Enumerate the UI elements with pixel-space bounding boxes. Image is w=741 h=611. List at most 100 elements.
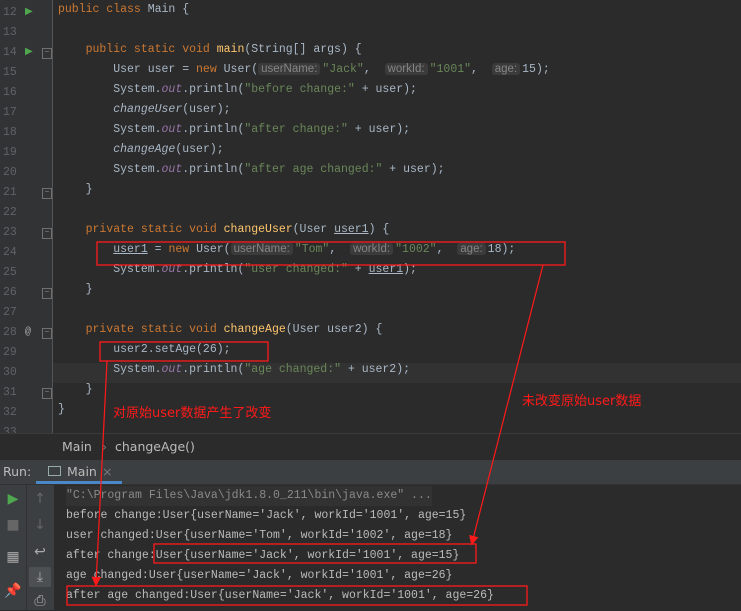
code-line: user1 = new User(userName: "Tom", workId:…	[58, 243, 515, 263]
down-arrow-icon[interactable]: ↓	[29, 515, 51, 535]
console-line: before change:User{userName='Jack', work…	[66, 509, 467, 522]
console-line-command: "C:\Program Files\Java\jdk1.8.0_211\bin\…	[66, 486, 432, 506]
close-icon[interactable]: ×	[102, 460, 112, 484]
rerun-icon[interactable]: ▶	[2, 489, 24, 509]
parameter-hint: age:	[457, 243, 486, 255]
line-number-text: 25	[3, 266, 17, 279]
line-number-text: 21	[3, 186, 17, 199]
annotation-unchanged: 未改变原始user数据	[522, 394, 642, 409]
line-number: 21 −	[0, 183, 52, 203]
line-number: 23 −	[0, 223, 52, 243]
code-token: .println(	[182, 83, 245, 96]
parameter-hint: userName:	[258, 63, 321, 75]
soft-wrap-icon[interactable]: ↩	[29, 542, 51, 562]
console-line: age changed:User{userName='Jack', workId…	[66, 569, 453, 582]
line-number: 18	[0, 123, 52, 143]
scroll-to-end-icon[interactable]: ⤓	[29, 567, 51, 587]
line-number-text: 29	[3, 346, 17, 359]
console-icon	[48, 466, 61, 476]
fold-icon[interactable]: −	[42, 228, 52, 239]
fold-icon[interactable]: −	[42, 328, 52, 339]
layout-icon[interactable]: ▦	[2, 547, 24, 567]
line-number-text: 30	[3, 366, 17, 379]
run-gutter-icon[interactable]: ▶	[25, 3, 33, 23]
code-token: System.	[58, 163, 162, 176]
code-token: out	[161, 83, 183, 96]
code-token: );	[403, 263, 417, 276]
code-token: ,	[471, 63, 492, 76]
code-token: User(	[196, 243, 231, 256]
line-number: 30	[0, 363, 52, 383]
line-number: 19	[0, 143, 52, 163]
line-number: 28 @ −	[0, 323, 52, 343]
code-token: ) {	[368, 223, 390, 236]
code-editor[interactable]: 12 ▶ 13 14 ▶ −15 16 17 18 19 20 21−22 23−24 25 26−27 28…	[0, 0, 741, 433]
code-token: private static void	[58, 223, 224, 236]
code-token: Main {	[147, 3, 190, 16]
code-token: .println(	[182, 363, 245, 376]
console-line: user changed:User{userName='Tom', workId…	[66, 529, 453, 542]
line-number: 27	[0, 303, 52, 323]
code-token: "user changed:"	[244, 263, 348, 276]
code-token: ,	[329, 243, 351, 256]
code-token: main	[216, 43, 245, 56]
code-token: =	[147, 243, 169, 256]
console-line: after change:User{userName='Jack', workI…	[66, 549, 460, 562]
line-number-text: 32	[3, 406, 17, 419]
stop-icon[interactable]: ■	[2, 515, 24, 535]
code-token: User user =	[58, 63, 197, 76]
breadcrumb-method[interactable]: changeAge()	[115, 434, 195, 460]
code-line: }	[58, 383, 93, 403]
print-icon[interactable]: ⎙	[29, 591, 51, 611]
code-line: User user = new User(userName: "Jack", wo…	[58, 63, 550, 83]
code-token: out	[161, 123, 183, 136]
code-token: changeUser	[113, 103, 183, 116]
run-side-toolbar: ▶ ■ ▦ 📌	[0, 485, 27, 610]
line-number-text: 17	[3, 106, 17, 119]
code-token: user1	[368, 263, 404, 276]
usage-gutter-icon[interactable]: @	[25, 323, 31, 343]
line-number: 24	[0, 243, 52, 263]
up-arrow-icon[interactable]: ↑	[29, 489, 51, 509]
code-token: public static void	[58, 43, 217, 56]
code-token: "1002"	[395, 243, 437, 256]
fold-icon[interactable]: −	[42, 288, 52, 299]
line-number: 17	[0, 103, 52, 123]
code-token: 15);	[522, 63, 550, 76]
line-number: 15	[0, 63, 52, 83]
code-token: (user);	[175, 143, 224, 156]
breadcrumb-class[interactable]: Main	[62, 434, 92, 460]
tab-main[interactable]: Main ×	[36, 460, 122, 484]
run-gutter-icon[interactable]: ▶	[25, 43, 33, 63]
code-token: + user);	[382, 163, 445, 176]
line-number-text: 24	[3, 246, 17, 259]
code-token: out	[161, 363, 183, 376]
code-line: System.out.println("user changed:" + use…	[58, 263, 417, 283]
fold-icon[interactable]: −	[42, 388, 52, 399]
line-number: 33	[0, 423, 52, 433]
console-line: after age changed:User{userName='Jack', …	[66, 589, 494, 602]
line-number: 32	[0, 403, 52, 423]
line-number: 12 ▶	[0, 3, 52, 23]
code-token: }	[58, 283, 93, 296]
code-token: System.	[58, 83, 162, 96]
line-number: 31 −	[0, 383, 52, 403]
fold-icon[interactable]: −	[42, 188, 52, 199]
code-token: changeUser	[223, 223, 293, 236]
code-line: user2.setAge(26);	[58, 343, 230, 363]
code-token: "1001"	[429, 63, 472, 76]
run-label: Run:	[3, 464, 32, 479]
line-number-text: 28	[3, 326, 17, 339]
pin-icon[interactable]: 📌	[2, 581, 24, 601]
fold-icon[interactable]: −	[42, 48, 52, 59]
code-token: }	[58, 183, 93, 196]
code-token: (User	[292, 223, 335, 236]
code-token: changeAge	[113, 143, 176, 156]
console-output[interactable]: "C:\Program Files\Java\jdk1.8.0_211\bin\…	[55, 485, 741, 610]
code-line: System.out.println("after change:" + use…	[58, 123, 410, 143]
breadcrumb: Main › changeAge()	[0, 433, 741, 460]
code-line: System.out.println("before change:" + us…	[58, 83, 417, 103]
code-token: .println(	[182, 263, 245, 276]
